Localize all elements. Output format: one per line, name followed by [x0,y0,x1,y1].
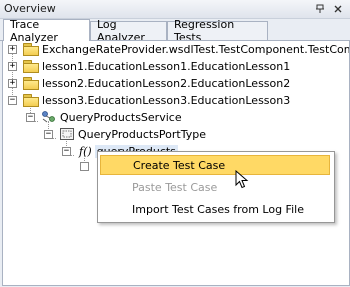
tree-item[interactable]: QueryProductsService [41,109,182,125]
menu-item-create-test-case[interactable]: Create Test Case [100,155,330,175]
tree-expander[interactable]: + [8,79,17,88]
tree-item[interactable]: QueryProductsPortType [59,126,206,142]
context-menu: Create Test Case Paste Test Case Import … [97,151,335,223]
tree-item-label: lesson2.EducationLesson2.EducationLesson… [42,76,291,90]
tab-regression-tests[interactable]: Regression Tests [167,18,268,44]
menu-item-label: Import Test Cases from Log File [132,202,304,216]
tab-strip: Trace Analyzer Log Analyzer Regression T… [0,17,350,44]
tree-expander[interactable]: + [8,62,17,71]
folder-icon [23,43,39,56]
tree-item[interactable]: lesson1.EducationLesson1.EducationLesson… [23,58,290,74]
tree-expander[interactable]: − [26,113,35,122]
folder-icon [23,60,39,73]
tab-label: Trace Analyzer [10,17,58,44]
menu-item-paste-test-case[interactable]: Paste Test Case [100,177,330,197]
tab-log-analyzer[interactable]: Log Analyzer [90,18,167,44]
pin-icon[interactable] [312,1,328,17]
tree-item-label: QueryProductsService [60,110,182,124]
mouse-cursor-icon [235,170,249,189]
tree-expander[interactable]: + [8,45,17,54]
tree-item-label: lesson3.EducationLesson3.EducationLesson… [42,93,291,107]
panel-titlebar: Overview [0,0,350,19]
folder-icon [23,94,39,107]
tree-item-label: lesson1.EducationLesson1.EducationLesson… [42,59,291,73]
tab-trace-analyzer[interactable]: Trace Analyzer [3,17,90,44]
menu-item-label: Paste Test Case [132,180,218,194]
tree-expander[interactable]: − [8,96,17,105]
panel-title: Overview [4,2,56,15]
tree-item[interactable]: lesson3.EducationLesson3.EducationLesson… [23,92,290,108]
menu-item-label: Create Test Case [133,158,226,172]
port-type-icon [59,127,75,141]
tree-expander[interactable]: − [44,130,53,139]
tree-item-label: ExchangeRateProvider.wsdlTest.TestCompon… [42,42,349,56]
tree-item-label: QueryProductsPortType [78,127,206,141]
tree-expander[interactable]: − [62,147,71,156]
close-icon[interactable] [330,1,346,17]
tree-item[interactable]: lesson2.EducationLesson2.EducationLesson… [23,75,290,91]
folder-icon [23,77,39,90]
function-icon: f() [79,144,92,158]
service-icon [41,110,57,124]
tree-expander[interactable] [80,162,89,171]
menu-item-import-test-cases[interactable]: Import Test Cases from Log File [100,199,330,219]
